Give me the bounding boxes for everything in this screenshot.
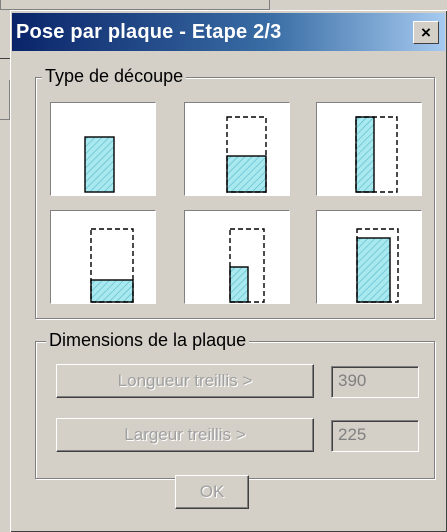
- close-button[interactable]: ×: [413, 21, 439, 44]
- cut-diagram-3-icon: [355, 116, 398, 193]
- background-button[interactable]: [0, 80, 10, 120]
- longueur-treillis-button[interactable]: Longueur treillis >: [56, 364, 314, 398]
- ok-button[interactable]: OK: [175, 475, 249, 509]
- cut-option-6[interactable]: [316, 210, 422, 304]
- pose-par-plaque-dialog: Pose par plaque - Etape 2/3 × Type de dé…: [10, 10, 447, 532]
- largeur-treillis-button[interactable]: Largeur treillis >: [56, 418, 314, 452]
- cut-diagram-1-icon: [84, 136, 115, 193]
- cut-option-3[interactable]: [316, 102, 422, 196]
- type-de-decoupe-label: Type de découpe: [42, 66, 187, 87]
- longueur-value-field[interactable]: 390: [331, 366, 419, 398]
- cut-option-5[interactable]: [184, 210, 290, 304]
- cut-diagram-6-icon: [356, 228, 399, 303]
- dialog-title: Pose par plaque - Etape 2/3: [16, 21, 282, 43]
- background-divider: [0, 58, 10, 59]
- cut-option-1[interactable]: [50, 102, 156, 196]
- cut-option-2[interactable]: [184, 102, 290, 196]
- cut-diagram-2-icon: [226, 116, 267, 193]
- background-topbar: [0, 0, 270, 10]
- type-de-decoupe-group: Type de découpe: [35, 66, 435, 319]
- largeur-value-field[interactable]: 225: [331, 420, 419, 452]
- cut-diagram-5-icon: [229, 228, 265, 303]
- close-icon: ×: [421, 22, 431, 42]
- cut-option-4[interactable]: [50, 210, 156, 304]
- dimensions-label: Dimensions de la plaque: [46, 330, 250, 351]
- title-bar[interactable]: Pose par plaque - Etape 2/3 ×: [12, 13, 445, 51]
- dimensions-group: Dimensions de la plaque Longueur treilli…: [35, 330, 435, 479]
- cut-diagram-4-icon: [90, 228, 134, 303]
